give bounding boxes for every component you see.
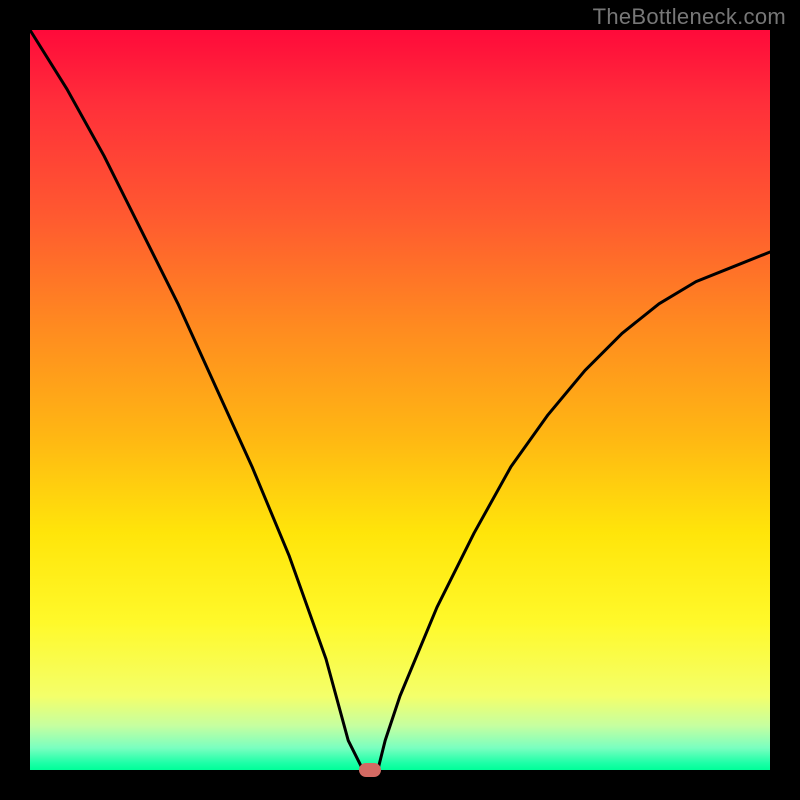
plot-area [30, 30, 770, 770]
chart-container: TheBottleneck.com [0, 0, 800, 800]
bottleneck-curve [30, 30, 770, 770]
watermark-label: TheBottleneck.com [593, 4, 786, 30]
optimal-point-marker [359, 763, 381, 777]
